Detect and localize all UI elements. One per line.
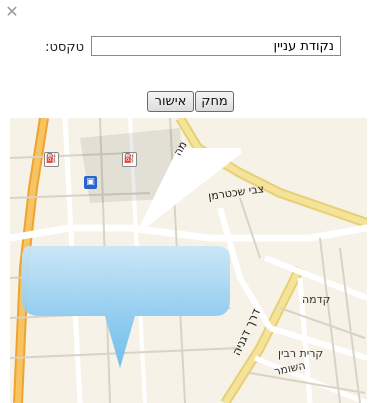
fuel-icon[interactable]: ⛽ xyxy=(122,152,137,167)
bus-icon[interactable]: ▣ xyxy=(84,176,97,189)
place-label-kdma: קדמה xyxy=(302,293,331,306)
close-icon[interactable]: ✕ xyxy=(4,4,20,20)
place-label-kiryat-rabin: קרית רבין xyxy=(278,347,324,360)
ok-button[interactable]: אישור xyxy=(147,91,194,112)
text-label: טקסט: xyxy=(45,40,84,55)
map-view[interactable]: צבי שכטרמן דרך דגניה מה קדמה קרית רבין ה… xyxy=(10,118,367,403)
delete-button[interactable]: מחק xyxy=(195,91,234,112)
text-input[interactable] xyxy=(91,36,341,56)
map-canvas xyxy=(10,118,367,403)
fuel-icon[interactable]: ⛽ xyxy=(44,152,59,167)
